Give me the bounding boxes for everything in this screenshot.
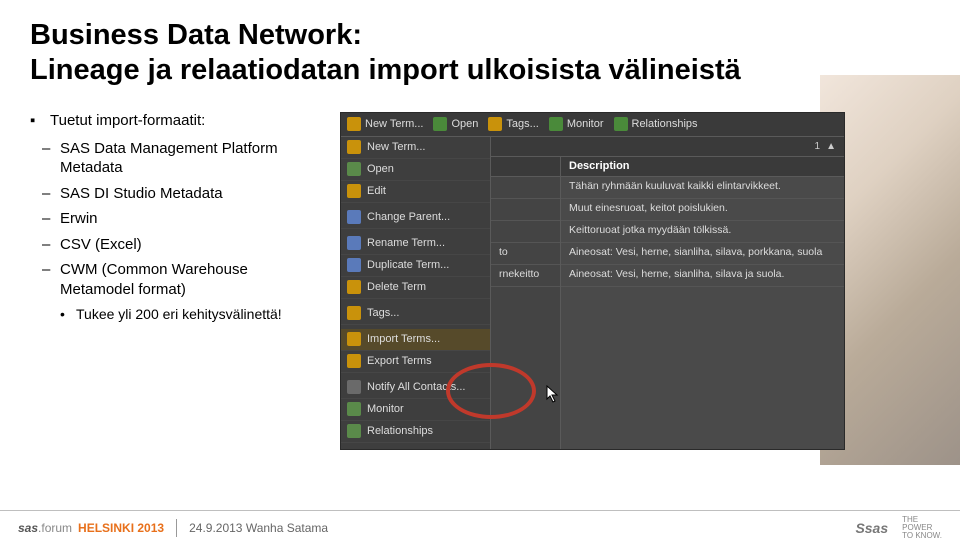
menu-icon [347,236,361,250]
table-cell: Keittoruoat jotka myydään tölkissä. [561,221,844,243]
menu-item[interactable]: Import Terms... [341,329,490,351]
toolbar-monitor[interactable]: Monitor [549,117,604,131]
menu-item[interactable]: Edit [341,181,490,203]
col-header [491,157,560,177]
app-body: New Term... Open Edit Change Parent... Renam… [341,137,844,450]
bullet-list: Tuetut import-formaatit: SAS Data Manage… [30,112,320,450]
toolbar-tags[interactable]: Tags... [488,117,538,131]
bullet-lvl2: CWM (Common Warehouse Metamodel format) [30,260,320,299]
title-line-1: Business Data Network: [30,19,362,51]
menu-label: Change Parent... [367,211,450,223]
tagline: THE POWER TO KNOW. [902,516,942,540]
grid-col-desc: Description Tähän ryhmään kuuluvat kaikk… [561,157,844,450]
menu-icon [347,210,361,224]
table-cell [491,199,560,221]
menu-item[interactable]: New Term... [341,137,490,159]
breadcrumb: 1 ▲ [491,137,844,157]
menu-label: Monitor [367,403,404,415]
cursor-icon [546,385,560,403]
menu-label: New Term... [367,141,425,153]
table-cell [491,221,560,243]
new-term-icon [347,117,361,131]
menu-item[interactable]: Duplicate Term... [341,255,490,277]
table-cell: Muut einesruoat, keitot poislukien. [561,199,844,221]
toolbar: New Term... Open Tags... Monitor Relatio… [341,113,844,137]
menu-item[interactable]: Change Parent... [341,207,490,229]
menu-label: Import Terms... [367,333,440,345]
toolbar-new-term[interactable]: New Term... [347,117,423,131]
highlight-circle [446,363,536,419]
table-cell: Aineosat: Vesi, herne, sianliha, silava,… [561,243,844,265]
menu-icon [347,140,361,154]
menu-label: Delete Term [367,281,426,293]
col-header: Description [561,157,844,177]
toolbar-relationships[interactable]: Relationships [614,117,698,131]
app-screenshot: New Term... Open Tags... Monitor Relatio… [340,112,845,450]
grid: to rne­keitto Description Tähän ryhmään … [491,157,844,450]
slide: Business Data Network: Lineage ja relaat… [0,0,960,544]
menu-icon [347,162,361,176]
menu-item[interactable]: Save As PDF Report... [341,447,490,450]
menu-icon [347,258,361,272]
menu-icon [347,332,361,346]
menu-item[interactable]: Delete Term [341,277,490,299]
footer: sas.forum HELSINKI 2013 24.9.2013 Wanha … [0,510,960,544]
city-year: HELSINKI 2013 [78,521,164,535]
menu-item[interactable]: Tags... [341,303,490,325]
menu-item[interactable]: Open [341,159,490,181]
menu-label: Export Terms [367,355,432,367]
bullet-lvl3: Tukee yli 200 eri kehitysvälinettä! [30,305,320,323]
menu-icon [347,184,361,198]
menu-label: Tags... [367,307,399,319]
menu-icon [347,402,361,416]
open-icon [433,117,447,131]
brand-suffix: .forum [38,521,72,535]
menu-label: Duplicate Term... [367,259,449,271]
sas-logo: Ssas [855,520,888,536]
tags-icon [488,117,502,131]
relationships-icon [614,117,628,131]
menu-label: Relationships [367,425,433,437]
menu-item[interactable]: Rename Term... [341,233,490,255]
menu-icon [347,424,361,438]
slide-title: Business Data Network: Lineage ja relaat… [30,18,930,88]
menu-icon [347,280,361,294]
bullet-lvl2: SAS Data Management Platform Metadata [30,139,320,178]
menu-icon [347,380,361,394]
bullet-lvl2: CSV (Excel) [30,235,320,255]
event-info: 24.9.2013 Wanha Satama [189,521,328,535]
table-cell: rne­keitto [491,265,560,287]
page-num: 1 [815,141,821,152]
title-line-2: Lineage ja relaatiodatan import ulkoisis… [30,54,741,86]
menu-label: Rename Term... [367,237,445,249]
table-cell: Aineosat: Vesi, herne, sianliha, silava … [561,265,844,287]
triangle-icon: ▲ [826,141,836,152]
separator [176,519,177,537]
table-cell: Tähän ryhmään kuuluvat kaikki elintarvik… [561,177,844,199]
menu-item[interactable]: Relationships [341,421,490,443]
bullet-lvl2: SAS DI Studio Metadata [30,184,320,204]
menu-label: Open [367,163,394,175]
menu-icon [347,306,361,320]
menu-label: Edit [367,185,386,197]
table-cell: to [491,243,560,265]
bullet-lvl1: Tuetut import-formaatit: [30,112,320,129]
brand: sas [18,521,38,535]
monitor-icon [549,117,563,131]
content-row: Tuetut import-formaatit: SAS Data Manage… [30,112,930,450]
menu-icon [347,354,361,368]
toolbar-open[interactable]: Open [433,117,478,131]
table-cell [491,177,560,199]
right-panel: 1 ▲ to rne­keitto Descrip [491,137,844,450]
footer-right: Ssas THE POWER TO KNOW. [855,516,942,540]
bullet-lvl2: Erwin [30,209,320,229]
